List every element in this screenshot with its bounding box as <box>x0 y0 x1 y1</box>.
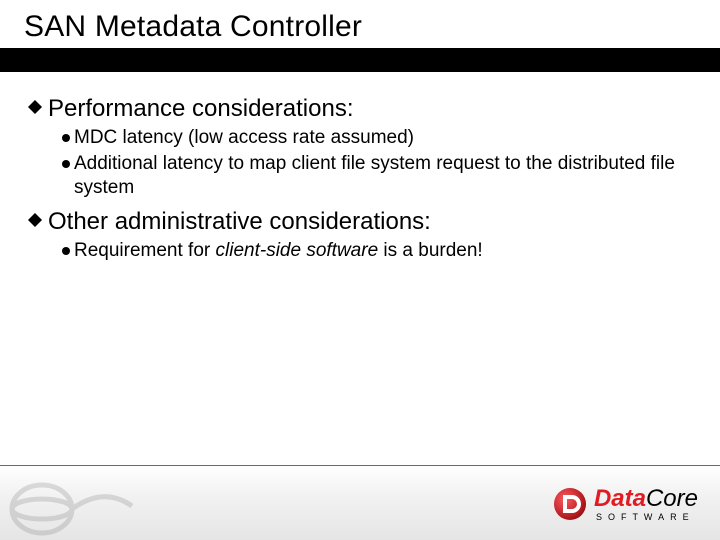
bullet-lvl2: Requirement for client-side software is … <box>62 239 696 263</box>
bullet-lvl1: Other administrative considerations: <box>28 207 696 237</box>
lvl2-text: Additional latency to map client file sy… <box>74 152 696 200</box>
lvl1-text: Performance considerations: <box>48 94 353 124</box>
content-area: Performance considerations: MDC latency … <box>0 72 720 263</box>
logo-word-part1: Data <box>594 487 646 511</box>
disc-icon <box>62 134 70 142</box>
logo-text: DataCore SOFTWARE <box>594 487 698 522</box>
title-area: SAN Metadata Controller <box>0 0 720 48</box>
disc-icon <box>62 160 70 168</box>
logo-mark-icon <box>552 486 588 522</box>
slide-title: SAN Metadata Controller <box>24 10 720 44</box>
emphasis-span: client-side software <box>216 240 379 261</box>
diamond-icon <box>28 100 42 114</box>
bullet-lvl2: Additional latency to map client file sy… <box>62 152 696 200</box>
lvl2-text: Requirement for client-side software is … <box>74 239 483 263</box>
brand-logo: DataCore SOFTWARE <box>552 486 698 522</box>
footer: DataCore SOFTWARE <box>0 465 720 540</box>
diamond-icon <box>28 213 42 227</box>
lvl2-text: MDC latency (low access rate assumed) <box>74 126 414 150</box>
footer-divider <box>0 465 720 466</box>
logo-subtext: SOFTWARE <box>596 513 698 522</box>
lvl2-group: Requirement for client-side software is … <box>62 239 696 263</box>
text-span: Requirement for <box>74 240 216 261</box>
disc-icon <box>62 247 70 255</box>
logo-wordmark: DataCore <box>594 487 698 511</box>
title-underline-band <box>0 48 720 72</box>
lvl1-text: Other administrative considerations: <box>48 207 431 237</box>
bullet-lvl1: Performance considerations: <box>28 94 696 124</box>
logo-word-part2: Core <box>646 487 698 511</box>
bullet-lvl2: MDC latency (low access rate assumed) <box>62 126 696 150</box>
slide: SAN Metadata Controller Performance cons… <box>0 0 720 540</box>
lvl2-group: MDC latency (low access rate assumed) Ad… <box>62 126 696 199</box>
watermark-icon <box>4 476 134 536</box>
text-span: is a burden! <box>378 240 483 261</box>
